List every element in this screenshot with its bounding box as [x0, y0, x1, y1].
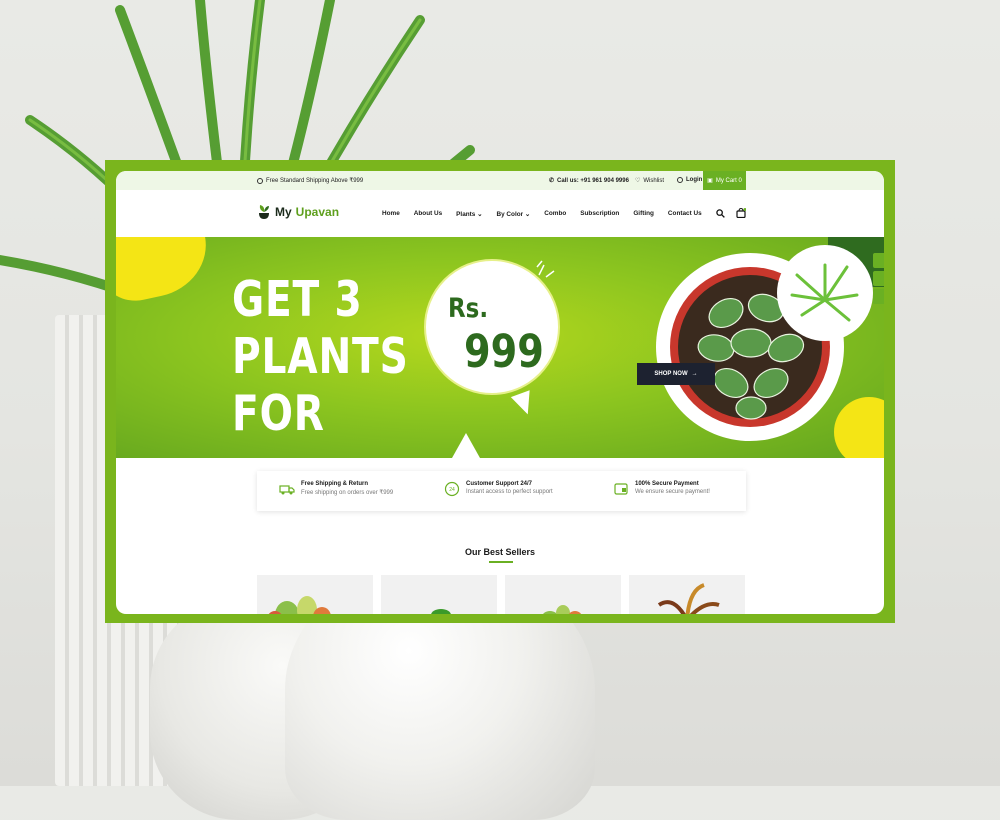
leaf-plant-image: [431, 609, 451, 614]
cart-icon: ▣: [707, 178, 713, 184]
product-card[interactable]: [505, 575, 621, 614]
product-grid: [257, 575, 745, 614]
hero-line-2: PLANTS: [232, 328, 409, 385]
social-sidebar: [873, 253, 884, 304]
decorative-triangle: [452, 433, 480, 458]
my-cart-label: My Cart 0: [715, 177, 742, 184]
facebook-icon[interactable]: [873, 271, 884, 286]
shop-now-button[interactable]: SHOP NOW →: [637, 363, 715, 385]
arrow-right-icon: →: [691, 371, 698, 377]
main-nav: Home About Us Plants ⌄ By Color ⌄ Combo …: [382, 210, 716, 218]
heart-icon: ♡: [635, 178, 641, 184]
best-sellers-title: Our Best Sellers: [464, 547, 536, 557]
login-label: Login: [686, 177, 703, 183]
product-card[interactable]: [629, 575, 745, 614]
title-underline: [489, 561, 513, 563]
my-cart-button[interactable]: ▣ My Cart 0: [703, 171, 746, 190]
wishlist-link[interactable]: ♡ Wishlist: [635, 177, 665, 185]
succulent-plant-image: [268, 596, 331, 614]
product-card[interactable]: [257, 575, 373, 614]
nav-gifting[interactable]: Gifting: [633, 210, 654, 218]
wishlist-label: Wishlist: [643, 177, 665, 184]
main-header: My Upavan Home About Us Plants ⌄ By Colo…: [116, 190, 884, 237]
nav-combo[interactable]: Combo: [544, 210, 566, 218]
nav-contact-us[interactable]: Contact Us: [668, 210, 702, 218]
instagram-icon[interactable]: [873, 289, 884, 304]
svg-text:24: 24: [449, 487, 455, 493]
spider-plant-image: [777, 245, 873, 341]
feature-shipping: Free Shipping & Return Free shipping on …: [279, 481, 393, 497]
user-icon: [677, 177, 683, 183]
decorative-blob: [116, 237, 216, 308]
search-icon[interactable]: [716, 209, 725, 218]
hero-banner: GET 3 PLANTS FOR Rs. 999 SHOP NOW →: [116, 237, 884, 458]
feature-support: 24 Customer Support 24/7 Instant access …: [444, 481, 553, 497]
feature-subtitle: Instant access to perfect support: [466, 489, 553, 495]
logo-text-my: My: [275, 205, 292, 219]
logo-text-upavan: Upavan: [295, 205, 340, 219]
succulent-plant-image: [543, 605, 582, 614]
secure-payment-icon: [614, 483, 628, 495]
shipping-notice-text: Free Standard Shipping Above ₹999: [266, 178, 364, 184]
feature-title: 100% Secure Payment: [635, 481, 699, 487]
croton-plant-image: [657, 583, 720, 614]
feature-title: Free Shipping & Return: [301, 481, 369, 487]
product-card[interactable]: [381, 575, 497, 614]
shopping-bag-icon[interactable]: [736, 208, 746, 218]
hero-line-3: FOR: [232, 385, 325, 442]
shop-now-label: SHOP NOW: [654, 371, 688, 377]
leaf-pot-logo-icon: [259, 205, 269, 219]
hero-line-1: GET 3: [232, 271, 363, 328]
call-us-link[interactable]: ✆ Call us: +91 961 904 9996: [549, 177, 629, 185]
feature-subtitle: Free shipping on orders over ₹999: [301, 490, 394, 496]
top-bar: Free Standard Shipping Above ₹999 ✆ Call…: [116, 171, 884, 190]
logo[interactable]: My Upavan: [257, 204, 339, 220]
call-us-text: Call us: +91 961 904 9996: [557, 177, 629, 184]
sparkle-icon: [536, 260, 555, 278]
clock-icon: [257, 177, 263, 184]
features-strip: Free Shipping & Return Free shipping on …: [257, 471, 746, 511]
price-value: 999: [464, 325, 544, 378]
website-screen: Free Standard Shipping Above ₹999 ✆ Call…: [116, 171, 884, 614]
shipping-notice: Free Standard Shipping Above ₹999: [257, 177, 363, 184]
feature-subtitle: We ensure secure payment!: [635, 489, 710, 495]
feature-secure-payment: 100% Secure Payment We ensure secure pay…: [613, 481, 710, 497]
nav-plants[interactable]: Plants ⌄: [456, 210, 482, 218]
speech-bubble-tail: [510, 390, 538, 418]
nav-about-us[interactable]: About Us: [414, 210, 442, 218]
nav-home[interactable]: Home: [382, 210, 400, 218]
spider-plant-icon: [790, 263, 859, 322]
nav-subscription[interactable]: Subscription: [580, 210, 619, 218]
hero-headline: GET 3 PLANTS FOR: [232, 271, 409, 442]
feature-title: Customer Support 24/7: [466, 481, 533, 487]
whatsapp-icon[interactable]: [873, 253, 884, 268]
support-icon: 24: [444, 481, 460, 497]
truck-icon: [279, 485, 295, 495]
phone-icon: ✆: [549, 178, 555, 184]
login-link[interactable]: Login: [677, 177, 702, 183]
nav-by-color[interactable]: By Color ⌄: [496, 210, 530, 218]
price-currency: Rs.: [448, 293, 489, 324]
